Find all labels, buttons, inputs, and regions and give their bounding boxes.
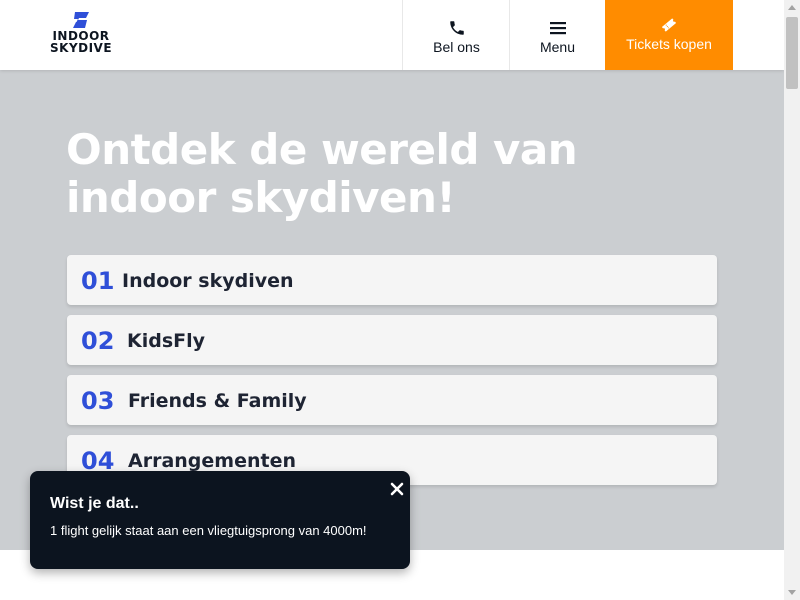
card-title: Arrangementen bbox=[128, 450, 296, 472]
buy-tickets-button[interactable]: Tickets kopen bbox=[605, 0, 733, 70]
call-button-label: Bel ons bbox=[433, 39, 480, 55]
toast-message: 1 flight gelijk staat aan een vliegtuigs… bbox=[50, 523, 367, 538]
phone-icon bbox=[449, 21, 464, 35]
activity-card-friends-family[interactable]: 03 Friends & Family bbox=[67, 375, 717, 425]
skydive-logo-icon bbox=[73, 12, 89, 28]
menu-button[interactable]: Menu bbox=[509, 0, 605, 70]
site-header: INDOOR SKYDIVE Bel ons Menu Tickets kope… bbox=[0, 0, 784, 70]
card-title: Indoor skydiven bbox=[122, 270, 294, 292]
scroll-up-arrow-icon[interactable] bbox=[788, 5, 796, 10]
card-number: 03 bbox=[81, 387, 115, 415]
toast-title: Wist je dat.. bbox=[50, 495, 139, 512]
logo[interactable]: INDOOR SKYDIVE bbox=[50, 10, 112, 60]
card-number: 01 bbox=[81, 267, 115, 295]
scrollbar-thumb[interactable] bbox=[786, 17, 798, 89]
hero-title: Ontdek de wereld van indoor skydiven! bbox=[66, 126, 686, 222]
card-title: Friends & Family bbox=[128, 390, 307, 412]
hero-title-line1: Ontdek de wereld van bbox=[66, 125, 578, 174]
fact-toast: Wist je dat.. 1 flight gelijk staat aan … bbox=[30, 471, 410, 569]
menu-button-label: Menu bbox=[539, 39, 576, 55]
scroll-down-arrow-icon[interactable] bbox=[788, 590, 796, 595]
logo-text-line2: SKYDIVE bbox=[50, 41, 113, 55]
activity-card-indoor-skydiven[interactable]: 01 Indoor skydiven bbox=[67, 255, 717, 305]
ticket-icon bbox=[661, 18, 677, 32]
card-title: KidsFly bbox=[127, 330, 206, 352]
buy-tickets-label: Tickets kopen bbox=[626, 36, 712, 52]
page-scrollbar[interactable] bbox=[784, 0, 800, 600]
card-number: 02 bbox=[81, 327, 115, 355]
call-button[interactable]: Bel ons bbox=[402, 0, 510, 70]
close-icon[interactable] bbox=[389, 481, 405, 497]
activity-card-kidsfly[interactable]: 02 KidsFly bbox=[67, 315, 717, 365]
hamburger-menu-icon bbox=[549, 22, 566, 35]
hero-title-line2: indoor skydiven! bbox=[66, 173, 456, 222]
